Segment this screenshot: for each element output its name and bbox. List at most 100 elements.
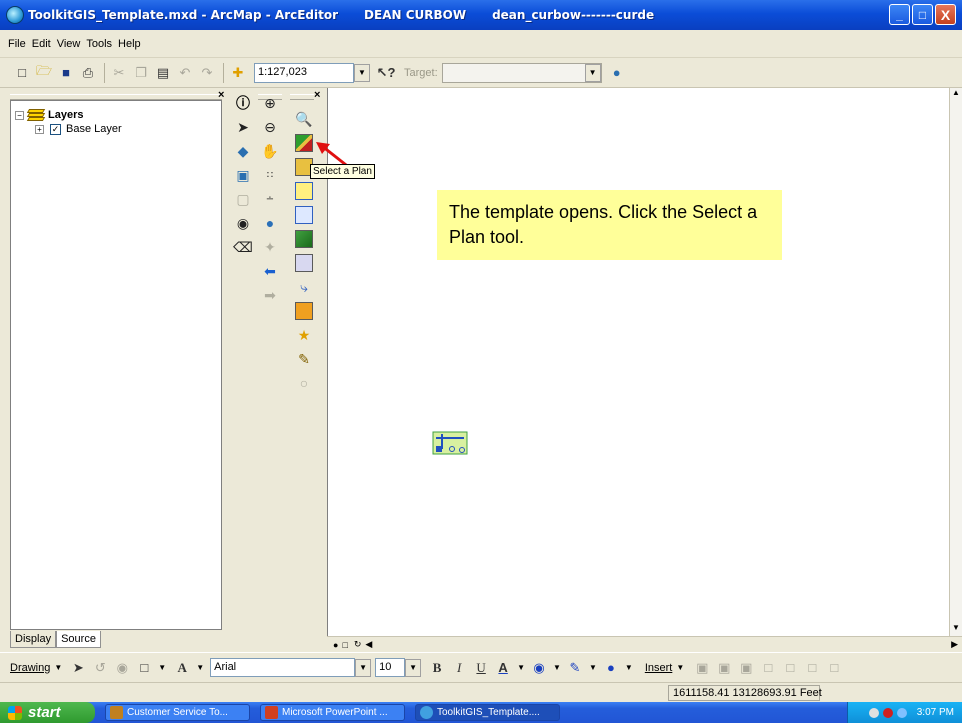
- identify-icon[interactable]: ⓘ: [232, 92, 254, 114]
- new-document-icon[interactable]: □: [14, 65, 30, 81]
- scroll-up-icon[interactable]: ▲: [950, 88, 962, 97]
- magnifier-icon[interactable]: 🔍: [293, 108, 315, 130]
- measure-icon[interactable]: ⌫: [232, 236, 254, 258]
- scale-dropdown-arrow[interactable]: ▼: [354, 63, 370, 82]
- fill-color-dropdown-icon[interactable]: ▼: [553, 663, 561, 672]
- layers-root-label[interactable]: Layers: [48, 109, 83, 121]
- toolkit-close-icon[interactable]: ×: [314, 89, 320, 101]
- marker-color-dropdown-icon[interactable]: ▼: [625, 663, 633, 672]
- map-grid-icon[interactable]: [293, 252, 315, 274]
- cut-icon[interactable]: ✂: [111, 65, 127, 81]
- rectangle-tool-icon[interactable]: [293, 204, 315, 226]
- arcmap-app-icon[interactable]: [6, 6, 24, 24]
- georef-icon-1[interactable]: ▣: [694, 660, 710, 676]
- editor-icon[interactable]: ●: [609, 65, 625, 81]
- font-color-dropdown-icon[interactable]: ▼: [517, 663, 525, 672]
- select-elements-icon[interactable]: ➤: [70, 660, 86, 676]
- forward-extent-icon[interactable]: ➡: [259, 284, 281, 306]
- fill-color-icon[interactable]: ◉: [531, 660, 547, 676]
- layer-name[interactable]: Base Layer: [66, 123, 122, 135]
- georef-icon-6[interactable]: □: [804, 660, 820, 676]
- add-data-icon[interactable]: ✚: [230, 65, 246, 81]
- line-color-dropdown-icon[interactable]: ▼: [589, 663, 597, 672]
- zoom-in-icon[interactable]: ⊕: [259, 92, 281, 114]
- route-tool-icon[interactable]: ⤷: [293, 276, 315, 298]
- map-view[interactable]: [327, 88, 949, 636]
- fixed-zoom-out-icon[interactable]: ∸: [259, 188, 281, 210]
- maximize-button[interactable]: □: [912, 4, 933, 25]
- georef-icon-7[interactable]: □: [826, 660, 842, 676]
- layout-view-icon[interactable]: □: [342, 640, 347, 650]
- full-extent-icon[interactable]: ●: [259, 212, 281, 234]
- parcel-tool-icon[interactable]: [293, 228, 315, 250]
- insert-menu[interactable]: Insert: [645, 662, 673, 674]
- pencil-icon[interactable]: ✎: [293, 348, 315, 370]
- taskbar-item-arcmap[interactable]: ToolkitGIS_Template....: [415, 704, 560, 721]
- insert-dropdown-icon[interactable]: ▼: [676, 663, 684, 672]
- map-scale-field[interactable]: 1:127,023: [254, 62, 354, 83]
- plan-feature-icon[interactable]: [432, 431, 468, 455]
- bold-icon[interactable]: B: [429, 660, 445, 676]
- tab-display[interactable]: Display: [10, 631, 57, 648]
- georef-icon-5[interactable]: □: [782, 660, 798, 676]
- star-tool-icon[interactable]: ★: [293, 324, 315, 346]
- target-field[interactable]: [441, 62, 602, 83]
- marker-color-icon[interactable]: ●: [603, 660, 619, 676]
- find-icon[interactable]: ◉: [232, 212, 254, 234]
- shape-dropdown-icon[interactable]: ▼: [158, 663, 166, 672]
- menu-file[interactable]: File: [8, 38, 26, 50]
- paste-icon[interactable]: ▤: [155, 65, 171, 81]
- menu-help[interactable]: Help: [118, 38, 141, 50]
- start-button[interactable]: start: [0, 702, 95, 723]
- pan-icon[interactable]: ✋: [259, 140, 281, 162]
- report-icon[interactable]: [293, 300, 315, 322]
- select-by-graphics-icon[interactable]: ▣: [232, 164, 254, 186]
- scroll-down-icon[interactable]: ▼: [950, 623, 962, 632]
- security-icon[interactable]: [882, 707, 893, 718]
- map-vertical-scrollbar[interactable]: ▲ ▼: [949, 88, 962, 636]
- scroll-right-icon[interactable]: ▶: [951, 639, 958, 650]
- redo-icon[interactable]: ↷: [199, 65, 215, 81]
- undo-icon[interactable]: ↶: [177, 65, 193, 81]
- open-folder-icon[interactable]: 🗁: [36, 63, 52, 81]
- print-icon[interactable]: ⎙: [80, 65, 96, 81]
- drawing-dropdown-icon[interactable]: ▼: [54, 663, 62, 672]
- taskbar-item-powerpoint[interactable]: Microsoft PowerPoint ...: [260, 704, 405, 721]
- save-icon[interactable]: ■: [58, 65, 74, 81]
- taskbar-item-customer-service[interactable]: Customer Service To...: [105, 704, 250, 721]
- close-button[interactable]: X: [935, 4, 956, 25]
- zoom-out-icon[interactable]: ⊖: [259, 116, 281, 138]
- fixed-zoom-in-icon[interactable]: ∷: [259, 164, 281, 186]
- expand-icon[interactable]: +: [35, 124, 44, 134]
- drawing-menu[interactable]: Drawing: [10, 662, 50, 674]
- copy-icon[interactable]: ❐: [133, 65, 149, 81]
- menu-view[interactable]: View: [57, 38, 81, 50]
- toolkit-grip[interactable]: [290, 94, 314, 100]
- select-elements-icon[interactable]: ➤: [232, 116, 254, 138]
- font-size-field[interactable]: 10: [375, 658, 406, 677]
- menu-tools[interactable]: Tools: [86, 38, 112, 50]
- georef-icon-2[interactable]: ▣: [716, 660, 732, 676]
- whats-this-icon[interactable]: ↖?: [377, 65, 396, 81]
- circle-tool-icon[interactable]: ○: [293, 372, 315, 394]
- collapse-icon[interactable]: −: [15, 110, 24, 120]
- rotate-icon[interactable]: ↺: [92, 660, 108, 676]
- italic-icon[interactable]: I: [451, 660, 467, 676]
- refresh-icon[interactable]: ↻: [354, 639, 362, 650]
- font-color-icon[interactable]: A: [495, 660, 511, 676]
- rectangle-icon[interactable]: □: [136, 660, 152, 676]
- minimize-button[interactable]: _: [889, 4, 910, 25]
- data-view-icon[interactable]: ●: [333, 640, 338, 650]
- go-to-xy-icon[interactable]: ✦: [259, 236, 281, 258]
- text-dropdown-icon[interactable]: ▼: [196, 663, 204, 672]
- scroll-left-icon[interactable]: ◀: [365, 639, 372, 650]
- zoom-whole-page-icon[interactable]: ◉: [114, 660, 130, 676]
- volume-icon[interactable]: [896, 707, 907, 718]
- menu-edit[interactable]: Edit: [32, 38, 51, 50]
- clear-selection-icon[interactable]: ▢: [232, 188, 254, 210]
- select-features-icon[interactable]: ◆: [232, 140, 254, 162]
- network-icon[interactable]: [868, 707, 879, 718]
- font-dropdown-arrow[interactable]: ▼: [355, 658, 372, 677]
- back-extent-icon[interactable]: ⬅: [259, 260, 281, 282]
- georef-icon-4[interactable]: □: [760, 660, 776, 676]
